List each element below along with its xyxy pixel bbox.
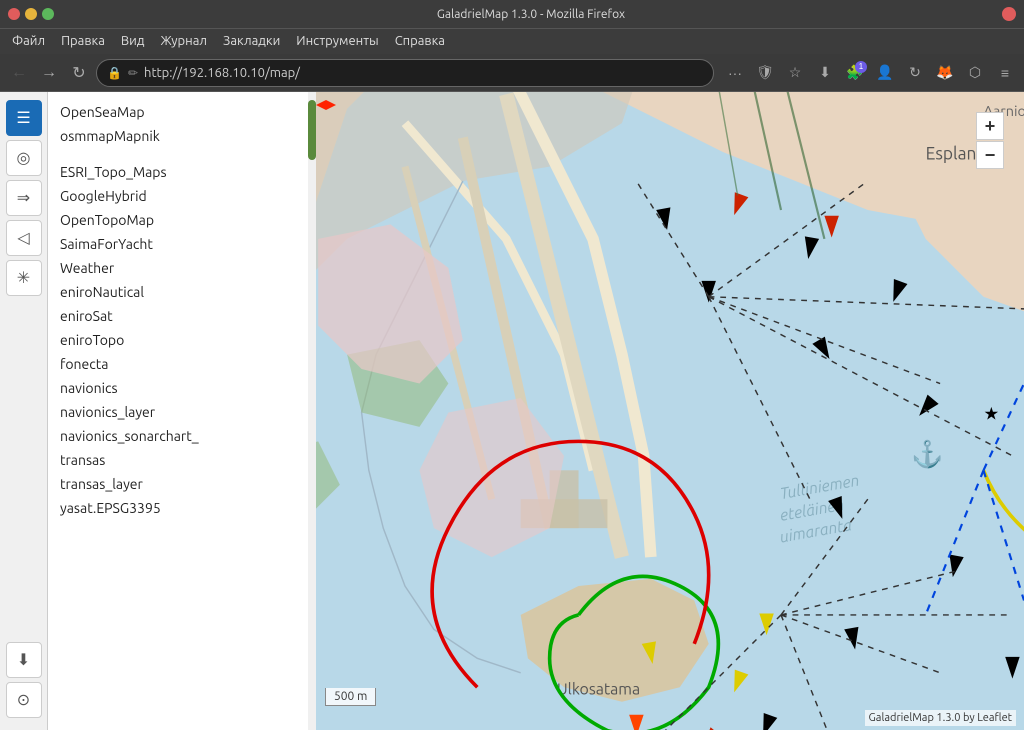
svg-text:⚓: ⚓ (911, 439, 943, 469)
layer-item-eniropolitan[interactable]: eniroNautical (48, 280, 316, 304)
firefox-button[interactable]: 🦊 (932, 60, 958, 86)
layer-item-esri[interactable]: ESRI_Topo_Maps (48, 160, 316, 184)
firefox-logo (1002, 7, 1016, 21)
menu-tools[interactable]: Инструменты (288, 32, 386, 51)
url-bar[interactable]: 🔒 ✏ http://192.168.10.10/map/ (96, 59, 714, 87)
content-area: Tulliniemen eteläinen uimaranta ⚓ Esplan… (0, 92, 1024, 730)
asterisk-button[interactable]: ✳ (6, 260, 42, 296)
url-text: http://192.168.10.10/map/ (144, 66, 703, 80)
pocket-button[interactable]: ⬡ (962, 60, 988, 86)
back-button[interactable]: ← (6, 60, 32, 86)
download-layer-button[interactable]: ⬇ (6, 642, 42, 678)
addressbar: ← → ↻ 🔒 ✏ http://192.168.10.10/map/ ··· … (0, 54, 1024, 92)
reload-button[interactable]: ↻ (66, 60, 92, 86)
minimize-button[interactable] (25, 8, 37, 20)
settings-button[interactable]: ⊙ (6, 682, 42, 718)
svg-text:Ulkosatama: Ulkosatama (557, 680, 640, 698)
scale-text: 500 m (334, 690, 367, 703)
map-attribution: GaladrielMap 1.3.0 by Leaflet (865, 710, 1016, 726)
hamburger-menu-button[interactable]: ≡ (992, 60, 1018, 86)
sync-button[interactable]: ↻ (902, 60, 928, 86)
menu-history[interactable]: Журнал (152, 32, 215, 51)
zoom-in-button[interactable]: + (976, 112, 1004, 140)
layer-item-navionics[interactable]: navionics (48, 376, 316, 400)
layer-item-enirotopo[interactable]: eniroTopo (48, 328, 316, 352)
layer-item-googlehybrid[interactable]: GoogleHybrid (48, 184, 316, 208)
menu-help[interactable]: Справка (387, 32, 453, 51)
window-title: GaladrielMap 1.3.0 - Mozilla Firefox (66, 8, 996, 21)
zoom-out-button[interactable]: − (976, 141, 1004, 169)
layer-list: OpenSeaMap osmmapMapnik ESRI_Topo_Maps G… (48, 92, 316, 730)
share-button[interactable]: ◁ (6, 220, 42, 256)
profile-button[interactable]: 👤 (872, 60, 898, 86)
forward-button[interactable]: → (36, 60, 62, 86)
download-button[interactable]: ⬇ (812, 60, 838, 86)
pen-icon: ✏ (128, 66, 138, 80)
bookmark-star-button[interactable]: ☆ (782, 60, 808, 86)
extensions-badge: 1 (855, 61, 867, 73)
indicator-dot (316, 96, 326, 104)
svg-text:★: ★ (984, 405, 1000, 424)
icon-bar: ☰ ◎ ⇒ ◁ ✳ ⬇ ⊙ (0, 92, 48, 730)
toolbar-icons: ··· 🛡 ☆ ⬇ 🧩 1 👤 ↻ 🦊 ⬡ ≡ (722, 60, 1018, 86)
layer-item-opentopomap[interactable]: OpenTopoMap (48, 208, 316, 232)
layer-item-osmmapnik[interactable]: osmmapMapnik (48, 124, 316, 148)
scale-bar: 500 m (325, 688, 376, 706)
window-controls[interactable] (8, 8, 54, 20)
zoom-controls: + − (976, 112, 1004, 169)
layer-item-weather[interactable]: Weather (48, 256, 316, 280)
shield-button[interactable]: 🛡 (752, 60, 778, 86)
maximize-button[interactable] (42, 8, 54, 20)
more-options-button[interactable]: ··· (722, 60, 748, 86)
sidebar: ☰ ◎ ⇒ ◁ ✳ ⬇ ⊙ OpenSeaMap osmmapMapnik ES… (0, 92, 316, 730)
layer-item-openseamap[interactable]: OpenSeaMap (48, 100, 316, 124)
extensions-button[interactable]: 🧩 1 (842, 60, 868, 86)
layers-button[interactable]: ☰ (6, 100, 42, 136)
menubar: Файл Правка Вид Журнал Закладки Инструме… (0, 28, 1024, 54)
menu-view[interactable]: Вид (113, 32, 153, 51)
layer-item-saimaforyacht[interactable]: SaimaForYacht (48, 232, 316, 256)
scrollbar-track (308, 92, 316, 730)
menu-file[interactable]: Файл (4, 32, 53, 51)
scrollbar-thumb[interactable] (308, 100, 316, 160)
layer-item-transas[interactable]: transas (48, 448, 316, 472)
layer-item-navionics-sonarchart[interactable]: navionics_sonarchart_ (48, 424, 316, 448)
lock-icon: 🔒 (107, 66, 122, 80)
layer-item-fonecta[interactable]: fonecta (48, 352, 316, 376)
layer-section-divider (48, 148, 316, 160)
layer-item-enirosat[interactable]: eniroSat (48, 304, 316, 328)
layer-item-yasat[interactable]: yasat.EPSG3395 (48, 496, 316, 520)
menu-bookmarks[interactable]: Закладки (215, 32, 288, 51)
target-button[interactable]: ◎ (6, 140, 42, 176)
menu-edit[interactable]: Правка (53, 32, 113, 51)
layer-item-navionics-layer[interactable]: navionics_layer (48, 400, 316, 424)
titlebar: GaladrielMap 1.3.0 - Mozilla Firefox (0, 0, 1024, 28)
layer-item-transas-layer[interactable]: transas_layer (48, 472, 316, 496)
arrow-right-button[interactable]: ⇒ (6, 180, 42, 216)
close-button[interactable] (8, 8, 20, 20)
